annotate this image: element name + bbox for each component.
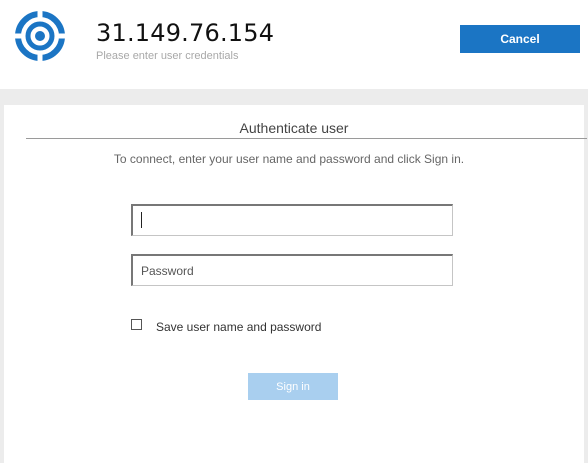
cancel-button[interactable]: Cancel xyxy=(460,25,580,53)
password-field[interactable] xyxy=(131,254,453,286)
auth-instructions: To connect, enter your user name and pas… xyxy=(113,152,465,166)
host-address: 31.149.76.154 xyxy=(96,19,275,47)
text-cursor xyxy=(141,212,142,228)
save-credentials-label[interactable]: Save user name and password xyxy=(156,320,321,334)
header-bar: 31.149.76.154 Please enter user credenti… xyxy=(0,0,588,89)
auth-title: Authenticate user xyxy=(239,120,349,136)
auth-panel: Authenticate user To connect, enter your… xyxy=(4,105,587,463)
sign-in-button[interactable]: Sign in xyxy=(248,373,338,400)
save-credentials-checkbox[interactable] xyxy=(131,319,142,330)
target-logo-icon xyxy=(14,10,66,62)
username-field[interactable] xyxy=(131,204,453,236)
credentials-subtitle: Please enter user credentials xyxy=(96,50,239,62)
title-divider xyxy=(26,138,587,139)
